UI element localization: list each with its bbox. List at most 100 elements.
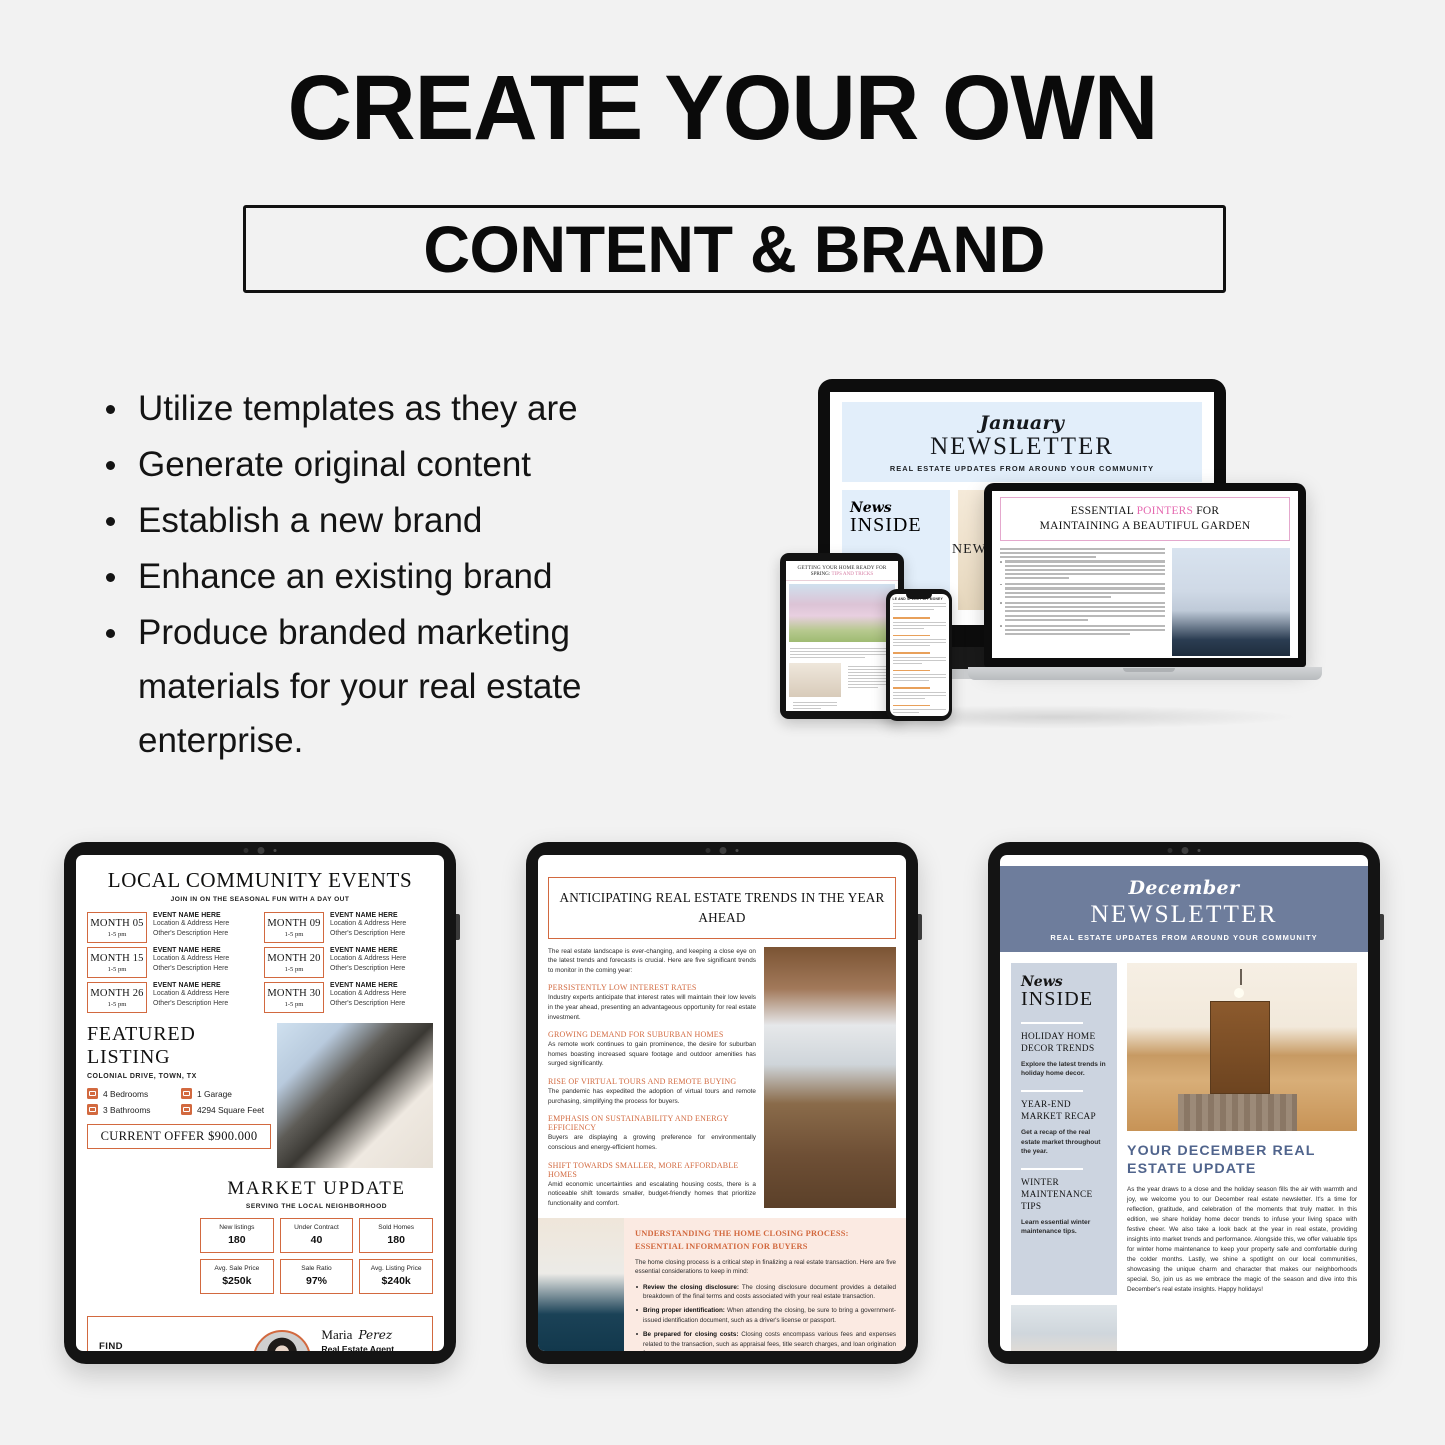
event-location: Location & Address Here — [330, 990, 407, 997]
list-item: Enhance an existing brand — [96, 550, 716, 604]
area-icon — [181, 1104, 192, 1115]
december-newsletter-tagline: REAL ESTATE UPDATES FROM AROUND YOUR COM… — [1050, 932, 1318, 942]
sidebar-item: WINTER MAINTENANCE TIPS Learn essential … — [1021, 1178, 1107, 1237]
spec-item: 4 Bedrooms — [87, 1088, 177, 1099]
event-time: 1-5 pm — [284, 966, 304, 973]
closing-item-label: Bring proper identification: — [643, 1307, 725, 1315]
january-month-script: January — [979, 412, 1065, 434]
sidebar-item-heading: HOLIDAY HOME DECOR TRENDS — [1021, 1031, 1096, 1054]
event-info: EVENT NAME HERE Location & Address Here … — [330, 947, 406, 974]
december-main-heading: YOUR DECEMBER REAL ESTATE UPDATE — [1127, 1142, 1316, 1177]
event-date-box: MONTH 30 1-5 pm — [264, 982, 324, 1013]
list-item: Establish a new brand — [96, 494, 716, 548]
event-month: MONTH 30 — [267, 988, 321, 999]
closing-intro: The home closing process is a critical s… — [635, 1258, 896, 1276]
event-name: EVENT NAME HERE — [330, 982, 398, 989]
featured-listing-specs: 4 Bedrooms 1 Garage 3 Bathrooms 4294 Squ… — [87, 1088, 271, 1115]
stat-value: $240k — [381, 1275, 411, 1287]
spec-label: 4 Bedrooms — [103, 1088, 149, 1099]
spec-label: 1 Garage — [197, 1088, 232, 1099]
event-time: 1-5 pm — [107, 966, 127, 973]
tablet-mockup-trends: ANTICIPATING REAL ESTATE TRENDS IN THE Y… — [526, 842, 922, 1364]
december-hero-photo — [1127, 962, 1357, 1131]
lamp-bulb-icon — [1233, 987, 1244, 998]
spring-title-line2: SPRING: TIPS AND TRICKS — [790, 571, 894, 577]
event-info: EVENT NAME HERE Location & Address Here … — [153, 947, 229, 974]
community-events-page: LOCAL COMMUNITY EVENTS JOIN IN ON THE SE… — [76, 855, 444, 1306]
stat-label: Avg. Sale Price — [214, 1265, 260, 1272]
event-name: EVENT NAME HERE — [153, 947, 221, 954]
trends-intro: The real estate landscape is ever-changi… — [548, 947, 756, 974]
market-update-content: MARKET UPDATE SERVING THE LOCAL NEIGHBOR… — [191, 1178, 433, 1306]
stat-card: Sale Ratio 97% — [279, 1259, 354, 1294]
stat-value: $250k — [222, 1275, 252, 1287]
device-mockup-cluster: January NEWSLETTER REAL ESTATE UPDATES F… — [780, 375, 1325, 755]
floor-runner-shape — [1177, 1093, 1298, 1131]
garden-title-accent: POINTERS — [1136, 505, 1194, 517]
garden-title-post: FOR — [1193, 505, 1220, 517]
feature-list: Utilize templates as they are Generate o… — [96, 382, 716, 770]
stat-card: New listings 180 — [200, 1218, 274, 1253]
event-time: 1-5 pm — [107, 931, 127, 938]
news-inside-label: INSIDE — [1021, 987, 1094, 1010]
sidebar-item-body: Explore the latest trends in holiday hom… — [1021, 1060, 1106, 1078]
trends-page: ANTICIPATING REAL ESTATE TRENDS IN THE Y… — [538, 855, 906, 1209]
agent-last-name: Perez — [358, 1328, 393, 1342]
cluster-tablet-screen: GETTING YOUR HOME READY FOR SPRING: TIPS… — [786, 561, 898, 711]
tablet-camera-dots — [1167, 847, 1201, 854]
spring-photo-left — [789, 662, 841, 697]
stat-value: 97% — [305, 1275, 327, 1287]
stat-label: New listings — [219, 1224, 255, 1231]
event-item: MONTH 05 1-5 pm EVENT NAME HERE Location… — [87, 912, 256, 943]
december-newsletter-title: NEWSLETTER — [1090, 899, 1278, 928]
featured-listing-section: FEATURED LISTING COLONIAL DRIVE, TOWN, T… — [87, 1023, 433, 1168]
cluster-phone-screen: LE AND SPEEDY DIY MONEY — [889, 594, 949, 716]
spring-title-plain: SPRING: — [810, 571, 831, 577]
event-item: MONTH 09 1-5 pm EVENT NAME HERE Location… — [264, 912, 433, 943]
divider — [1021, 1089, 1083, 1093]
event-month: MONTH 05 — [90, 918, 144, 929]
december-news-sidebar: News INSIDE HOLIDAY HOME DECOR TRENDS Ex… — [1011, 962, 1117, 1295]
december-newsletter-header: December NEWSLETTER REAL ESTATE UPDATES … — [1000, 866, 1368, 952]
event-description: Other's Description Here — [330, 964, 406, 972]
closing-process-section: UNDERSTANDING THE HOME CLOSING PROCESS: … — [538, 1218, 906, 1351]
sidebar-item: HOLIDAY HOME DECOR TRENDS Explore the la… — [1021, 1032, 1107, 1079]
stat-card: Avg. Sale Price $250k — [200, 1259, 274, 1294]
trend-body: As remote work continues to gain promine… — [548, 1041, 756, 1068]
garden-title-line2: MAINTAINING A BEAUTIFUL GARDEN — [1039, 519, 1251, 532]
event-date-box: MONTH 15 1-5 pm — [87, 947, 147, 978]
event-month: MONTH 26 — [90, 988, 144, 999]
event-location: Location & Address Here — [330, 920, 407, 927]
subtitle-box: CONTENT & BRAND — [243, 205, 1226, 293]
news-inside-label: INSIDE — [850, 513, 922, 536]
garden-text-column — [1000, 547, 1165, 656]
event-location: Location & Address Here — [153, 955, 230, 962]
event-month: MONTH 09 — [267, 918, 321, 929]
spring-body-text — [786, 645, 898, 663]
event-description: Other's Description Here — [330, 999, 406, 1007]
december-newsletter-body: News INSIDE HOLIDAY HOME DECOR TRENDS Ex… — [1000, 962, 1368, 1295]
agent-contact-card: FIND YOUR DREAM HOME WITH THE HELP OF A … — [87, 1316, 433, 1351]
stat-label: Avg. Listing Price — [370, 1265, 422, 1272]
events-grid: MONTH 05 1-5 pm EVENT NAME HERE Location… — [87, 912, 433, 1013]
stat-card: Sold Homes 180 — [359, 1218, 433, 1253]
pendant-lamp-icon — [1239, 969, 1242, 986]
community-events-title: LOCAL COMMUNITY EVENTS — [107, 868, 413, 892]
laptop-screen: ESSENTIAL POINTERS FOR MAINTAINING A BEA… — [992, 491, 1298, 658]
laptop-mockup: ESSENTIAL POINTERS FOR MAINTAINING A BEA… — [968, 483, 1322, 683]
spec-item: 1 Garage — [181, 1088, 271, 1099]
list-item: Generate original content — [96, 438, 716, 492]
featured-listing-details: FEATURED LISTING COLONIAL DRIVE, TOWN, T… — [87, 1023, 277, 1168]
closing-kitchen-photo — [538, 1218, 624, 1351]
tablet-mockup-community-events: LOCAL COMMUNITY EVENTS JOIN IN ON THE SE… — [64, 842, 460, 1364]
event-time: 1-5 pm — [107, 1001, 127, 1008]
spec-label: 3 Bathrooms — [103, 1104, 151, 1115]
stat-value: 40 — [310, 1234, 323, 1246]
closing-list-item: Review the closing disclosure: The closi… — [635, 1283, 896, 1302]
promo-graphic-page: CREATE YOUR OWN CONTENT & BRAND Utilize … — [0, 0, 1445, 1445]
december-month-script: December — [1128, 877, 1240, 899]
sidebar-item: YEAR-END MARKET RECAP Get a recap of the… — [1021, 1100, 1107, 1156]
event-name: EVENT NAME HERE — [330, 947, 398, 954]
event-name: EVENT NAME HERE — [330, 912, 398, 919]
event-month: MONTH 15 — [90, 953, 144, 964]
